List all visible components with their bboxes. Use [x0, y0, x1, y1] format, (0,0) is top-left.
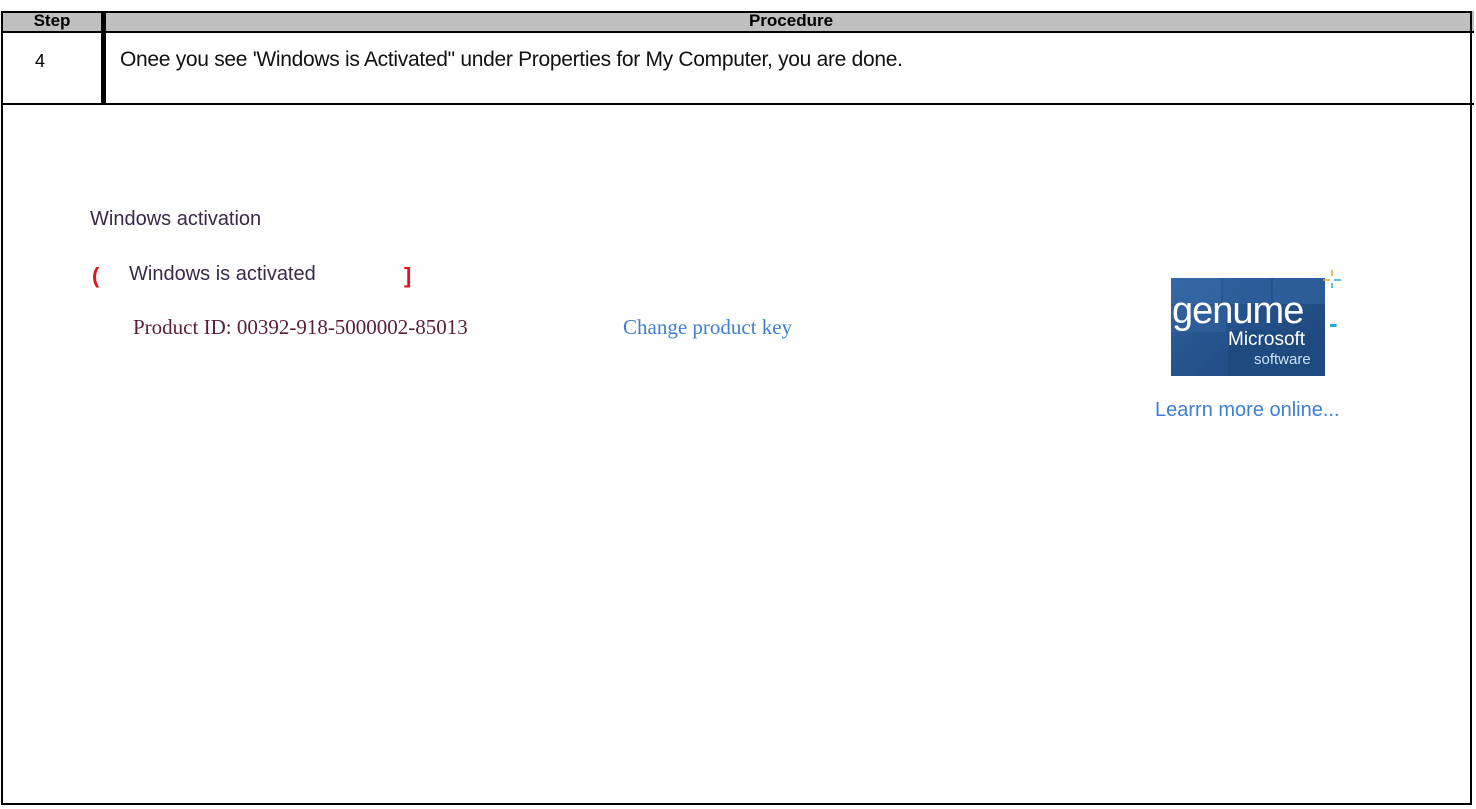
document-page: Step Procedure 4 Onee you see 'Windows i… [0, 0, 1476, 809]
table-frame [1, 11, 1472, 805]
